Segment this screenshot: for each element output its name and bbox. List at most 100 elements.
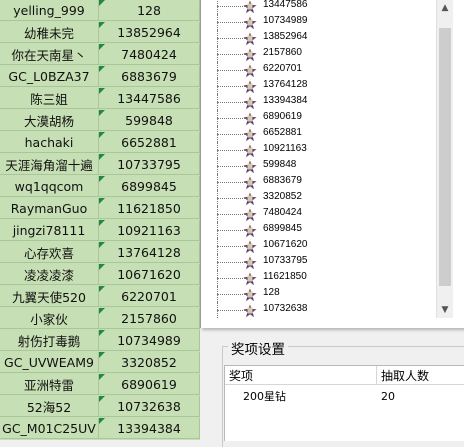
tree-branch bbox=[217, 262, 245, 263]
user-node-icon bbox=[243, 255, 257, 270]
cell-marker-icon bbox=[99, 44, 105, 50]
prize-column-header[interactable]: 奖项 bbox=[225, 366, 377, 385]
tree-item[interactable]: 13852964 bbox=[205, 30, 435, 46]
tree-item[interactable]: 599848 bbox=[205, 158, 435, 174]
tree-branch bbox=[217, 198, 245, 199]
table-row: GC_M01C25UV 13394384 bbox=[0, 418, 200, 440]
tree-item[interactable]: 6220701 bbox=[205, 62, 435, 78]
count-cell[interactable]: 20 bbox=[381, 386, 395, 406]
cell-marker-icon bbox=[99, 154, 105, 160]
id-cell[interactable]: 599848 bbox=[99, 110, 200, 131]
id-cell[interactable]: 10732638 bbox=[99, 396, 200, 417]
id-cell[interactable]: 13852964 bbox=[99, 22, 200, 43]
id-cell[interactable]: 6220701 bbox=[99, 286, 200, 307]
tree-item-label: 3320852 bbox=[263, 191, 302, 202]
table-row: GC_L0BZA37 6883679 bbox=[0, 66, 200, 88]
id-cell[interactable]: 3320852 bbox=[99, 352, 200, 373]
name-cell[interactable]: 大漠胡杨 bbox=[0, 110, 99, 131]
name-cell[interactable]: 陈三姐 bbox=[0, 88, 99, 109]
id-cell[interactable]: 6890619 bbox=[99, 374, 200, 395]
name-cell[interactable]: 射伤打毒鹅 bbox=[0, 330, 99, 351]
id-cell[interactable]: 10921163 bbox=[99, 220, 200, 241]
tree-item[interactable]: 13394384 bbox=[205, 94, 435, 110]
tree-item[interactable]: 10733795 bbox=[205, 254, 435, 270]
scroll-up-icon[interactable]: ▲ bbox=[437, 0, 453, 16]
table-row: 你在天南星丶 7480424 bbox=[0, 44, 200, 66]
name-cell[interactable]: GC_UVWEAM9 bbox=[0, 352, 99, 373]
count-column-header[interactable]: 抽取人数 bbox=[377, 366, 464, 385]
name-cell[interactable]: jingzi78111 bbox=[0, 220, 99, 241]
id-cell[interactable]: 6652881 bbox=[99, 132, 200, 153]
tree-item[interactable]: 2157860 bbox=[205, 46, 435, 62]
tree-item[interactable]: 6899845 bbox=[205, 222, 435, 238]
table-row: 射伤打毒鹅 10734989 bbox=[0, 330, 200, 352]
tree-item-label: 2157860 bbox=[263, 47, 302, 58]
name-cell[interactable]: 凌凌凌漆 bbox=[0, 264, 99, 285]
id-cell[interactable]: 10734989 bbox=[99, 330, 200, 351]
id-tree-list[interactable]: 13447586 10734989 13852964 2157860 6220701 13… bbox=[205, 0, 435, 318]
name-cell[interactable]: 小家伙 bbox=[0, 308, 99, 329]
tree-item[interactable]: 10671620 bbox=[205, 238, 435, 254]
user-node-icon bbox=[243, 47, 257, 62]
id-cell[interactable]: 7480424 bbox=[99, 44, 200, 65]
name-cell[interactable]: 天涯海角溜十遍 bbox=[0, 154, 99, 175]
name-cell[interactable]: GC_L0BZA37 bbox=[0, 66, 99, 87]
name-cell[interactable]: 幼稚未完 bbox=[0, 22, 99, 43]
tree-item[interactable]: 3320852 bbox=[205, 190, 435, 206]
tree-item[interactable]: 6883679 bbox=[205, 174, 435, 190]
tree-branch bbox=[217, 70, 245, 71]
tree-branch bbox=[217, 182, 245, 183]
tree-item[interactable]: 6652881 bbox=[205, 126, 435, 142]
cell-marker-icon bbox=[99, 88, 105, 94]
name-cell[interactable]: 心存欢喜 bbox=[0, 242, 99, 263]
id-cell[interactable]: 11621850 bbox=[99, 198, 200, 219]
tree-item-label: 7480424 bbox=[263, 207, 302, 218]
id-cell[interactable]: 10671620 bbox=[99, 264, 200, 285]
prize-cell[interactable]: 200星钻 bbox=[243, 386, 286, 406]
tree-item-label: 6899845 bbox=[263, 223, 302, 234]
name-cell[interactable]: 你在天南星丶 bbox=[0, 44, 99, 65]
name-cell[interactable]: 九翼天使520 bbox=[0, 286, 99, 307]
user-node-icon bbox=[243, 175, 257, 190]
tree-item-label: 10921163 bbox=[263, 143, 307, 154]
prize-table[interactable]: 奖项 抽取人数 200星钻 20 bbox=[224, 365, 464, 441]
tree-branch bbox=[217, 102, 245, 103]
tree-scrollbar[interactable]: ▲ ▼ bbox=[436, 0, 453, 318]
tree-item-label: 13394384 bbox=[263, 95, 308, 106]
prize-settings-title: 奖项设置 bbox=[228, 338, 288, 358]
cell-marker-icon bbox=[99, 330, 105, 336]
tree-item[interactable]: 10734989 bbox=[205, 14, 435, 30]
tree-item[interactable]: 6890619 bbox=[205, 110, 435, 126]
id-cell[interactable]: 13394384 bbox=[99, 418, 200, 439]
scroll-down-icon[interactable]: ▼ bbox=[437, 302, 453, 318]
table-row: 大漠胡杨 599848 bbox=[0, 110, 200, 132]
name-cell[interactable]: 亚洲特雷 bbox=[0, 374, 99, 395]
id-cell[interactable]: 2157860 bbox=[99, 308, 200, 329]
tree-item[interactable]: 128 bbox=[205, 286, 435, 302]
name-cell[interactable]: GC_M01C25UV bbox=[0, 418, 99, 439]
tree-item[interactable]: 11621850 bbox=[205, 270, 435, 286]
id-cell[interactable]: 13764128 bbox=[99, 242, 200, 263]
name-cell[interactable]: 52海52 bbox=[0, 396, 99, 417]
name-cell[interactable]: RaymanGuo bbox=[0, 198, 99, 219]
name-cell[interactable]: yelling_999 bbox=[0, 0, 99, 21]
scroll-thumb[interactable] bbox=[439, 28, 451, 286]
id-cell[interactable]: 13447586 bbox=[99, 88, 200, 109]
name-cell[interactable]: wq1qqcom bbox=[0, 176, 99, 197]
id-cell[interactable]: 128 bbox=[99, 0, 200, 21]
cell-marker-icon bbox=[99, 264, 105, 270]
tree-item[interactable]: 13447586 bbox=[205, 0, 435, 14]
tree-item[interactable]: 13764128 bbox=[205, 78, 435, 94]
tree-item[interactable]: 7480424 bbox=[205, 206, 435, 222]
name-cell[interactable]: hachaki bbox=[0, 132, 99, 153]
tree-item[interactable]: 10921163 bbox=[205, 142, 435, 158]
id-cell[interactable]: 6883679 bbox=[99, 66, 200, 87]
cell-marker-icon bbox=[99, 286, 105, 292]
table-row: 幼稚未完 13852964 bbox=[0, 22, 200, 44]
tree-branch bbox=[217, 246, 245, 247]
tree-item[interactable]: 10732638 bbox=[205, 302, 435, 318]
id-cell[interactable]: 10733795 bbox=[99, 154, 200, 175]
id-cell[interactable]: 6899845 bbox=[99, 176, 200, 197]
tree-branch bbox=[217, 54, 245, 55]
cell-marker-icon bbox=[99, 220, 105, 226]
